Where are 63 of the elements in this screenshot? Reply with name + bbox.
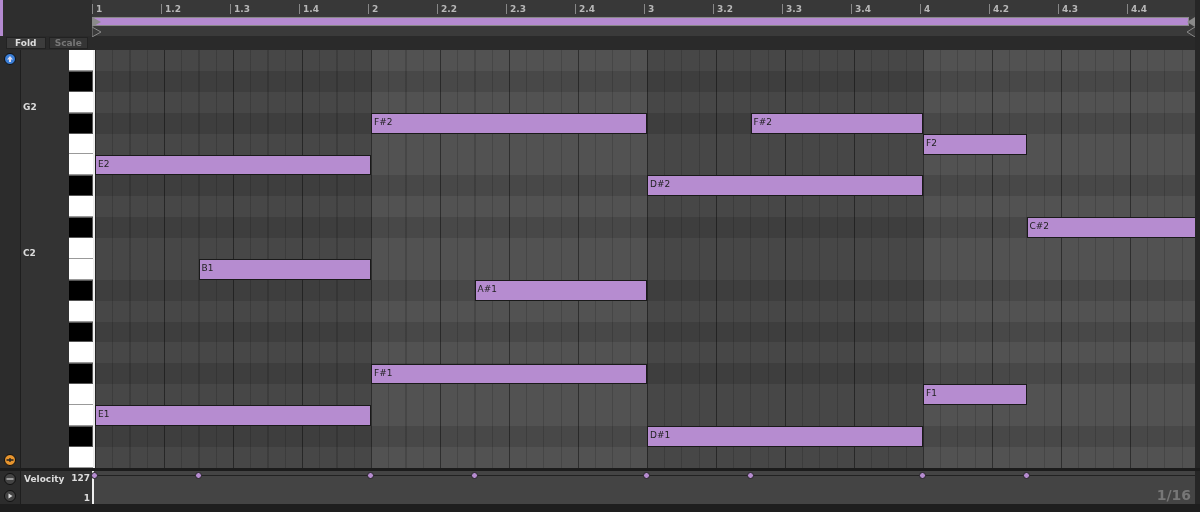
velocity-marker[interactable] (470, 471, 478, 479)
piano-key[interactable] (69, 217, 93, 239)
ruler-label: 3.4 (851, 4, 871, 14)
midi-note[interactable]: F1 (923, 384, 1027, 406)
ruler-label: 3.2 (713, 4, 733, 14)
start-marker-icon[interactable] (92, 27, 101, 37)
piano-key[interactable] (69, 279, 93, 301)
lane-title: Velocity (24, 473, 65, 486)
midi-note[interactable]: F#1 (371, 363, 647, 385)
piano-key[interactable] (69, 154, 93, 176)
ruler-label: 1.3 (230, 4, 250, 14)
piano-key[interactable] (69, 342, 93, 364)
key-label: G2 (22, 101, 37, 113)
play-icon[interactable] (4, 489, 16, 502)
midi-note[interactable]: F2 (923, 133, 1027, 155)
midi-note[interactable]: D#2 (647, 175, 923, 197)
piano-key[interactable] (69, 321, 93, 343)
ruler-label: 1.4 (299, 4, 319, 14)
ruler-label: 2 (368, 4, 379, 14)
piano-key[interactable] (69, 363, 93, 385)
midi-note[interactable]: E1 (95, 405, 371, 427)
ruler-label: 1.2 (161, 4, 181, 14)
velocity-marker[interactable] (746, 471, 754, 479)
ruler-label: 4.4 (1127, 4, 1147, 14)
ruler-label: 2.4 (575, 4, 595, 14)
ruler-label: 3 (644, 4, 655, 14)
key-label: C2 (22, 247, 36, 259)
velocity-marker[interactable] (643, 471, 650, 479)
toolbar-button[interactable]: Fold (6, 37, 46, 50)
fold-up-icon[interactable] (4, 53, 16, 65)
piano-key[interactable] (69, 196, 93, 218)
ruler-label: 3.3 (782, 4, 802, 14)
piano-key[interactable] (69, 70, 93, 92)
piano-key[interactable] (69, 405, 93, 427)
midi-note[interactable]: D#1 (647, 426, 923, 448)
piano-key[interactable] (69, 300, 93, 322)
ruler-label: 2.3 (506, 4, 526, 14)
piano-key[interactable] (69, 112, 93, 134)
piano-key[interactable] (69, 133, 93, 155)
end-marker-icon[interactable] (1187, 27, 1195, 37)
ruler-label: 2.2 (437, 4, 457, 14)
midi-note[interactable]: F#2 (371, 112, 647, 134)
velocity-marker[interactable] (91, 471, 98, 479)
ruler-label: 4 (920, 4, 931, 14)
preview-icon[interactable] (4, 453, 16, 466)
lane-toggle-icon[interactable] (4, 473, 16, 486)
ruler-label: 4.2 (989, 4, 1009, 14)
piano-key[interactable] (69, 446, 93, 468)
piano-key[interactable] (69, 175, 93, 197)
clip-region-bar[interactable] (92, 17, 1189, 26)
ruler-label: 1 (92, 4, 103, 14)
ruler-label: 4.3 (1058, 4, 1078, 14)
axis-min-label: 1 (83, 493, 90, 504)
velocity-marker[interactable] (367, 471, 374, 479)
loop-end-marker-icon[interactable] (1187, 17, 1195, 27)
midi-note[interactable]: E2 (95, 154, 371, 176)
velocity-marker[interactable] (919, 471, 926, 479)
piano-key[interactable] (69, 91, 93, 113)
midi-note[interactable]: C#2 (1026, 217, 1195, 239)
axis-max-label: 127 (71, 472, 90, 483)
velocity-marker[interactable] (1022, 471, 1030, 479)
midi-note[interactable]: B1 (198, 259, 371, 280)
velocity-marker[interactable] (194, 471, 202, 479)
